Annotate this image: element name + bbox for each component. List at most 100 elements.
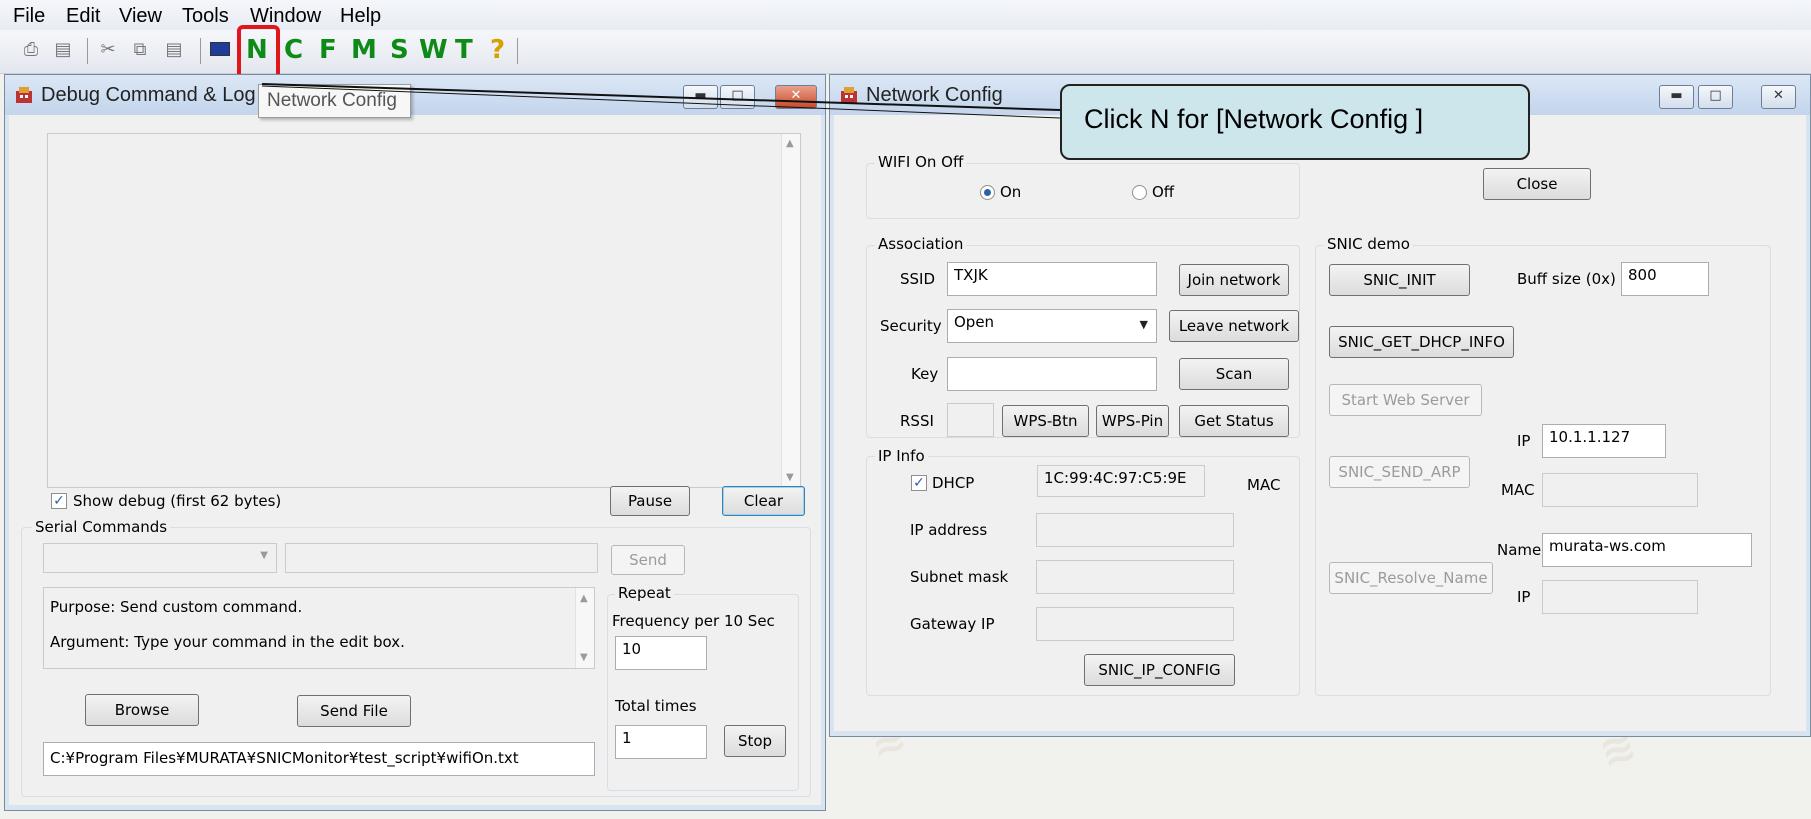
t-button[interactable]: T	[455, 35, 473, 65]
log-output[interactable]: ▲ ▼	[47, 133, 801, 488]
scroll-down-icon[interactable]: ▼	[580, 652, 588, 663]
serial-commands-label: Serial Commands	[32, 518, 171, 536]
show-debug-checkbox[interactable]: ✓	[51, 493, 67, 509]
m-button[interactable]: M	[351, 35, 377, 65]
toolbar-separator	[517, 38, 518, 64]
scroll-up-icon[interactable]: ▲	[786, 138, 794, 149]
wps-btn-button[interactable]: WPS-Btn	[1002, 405, 1089, 437]
toolbar-separator	[200, 38, 201, 64]
c-button[interactable]: C	[284, 35, 303, 65]
menu-help[interactable]: Help	[340, 5, 381, 28]
paste-icon[interactable]: ▤	[163, 38, 185, 62]
join-network-button[interactable]: Join network	[1179, 264, 1289, 296]
wifi-off-radio[interactable]	[1132, 185, 1147, 200]
buff-size-input[interactable]: 800	[1621, 262, 1709, 296]
menu-file[interactable]: File	[13, 5, 45, 28]
cut-icon[interactable]: ✂	[97, 38, 119, 62]
browse-button[interactable]: Browse	[85, 694, 199, 726]
arp-ip-input[interactable]: 10.1.1.127	[1542, 424, 1666, 458]
wps-pin-button[interactable]: WPS-Pin	[1096, 405, 1169, 437]
chevron-down-icon: ▼	[1139, 318, 1148, 331]
network-config-tooltip: Network Config	[258, 84, 411, 118]
print-icon[interactable]: ⎙	[20, 38, 42, 62]
rssi-field	[947, 403, 994, 437]
network-client: WIFI On Off On Off Close Association SSI…	[834, 115, 1806, 731]
app-icon	[16, 87, 32, 103]
snic-get-dhcp-info-button[interactable]: SNIC_GET_DHCP_INFO	[1329, 326, 1514, 358]
show-debug-label: Show debug (first 62 bytes)	[73, 492, 282, 510]
scan-button[interactable]: Scan	[1179, 358, 1289, 390]
ip-address-field	[1036, 513, 1234, 547]
wifi-off-label: Off	[1152, 183, 1175, 201]
callout-text: Click N for [Network Config ]	[1084, 104, 1424, 134]
frequency-input[interactable]: 10	[615, 636, 707, 670]
ssid-input[interactable]: TXJK	[947, 262, 1157, 296]
callout-box: Click N for [Network Config ]	[1060, 84, 1530, 160]
total-times-input[interactable]: 1	[615, 725, 707, 759]
flag-icon[interactable]	[210, 42, 230, 56]
resolve-ip-field	[1542, 580, 1698, 614]
key-label: Key	[911, 365, 939, 383]
chevron-down-icon: ▼	[260, 550, 268, 561]
snic-ip-config-button[interactable]: SNIC_IP_CONFIG	[1084, 654, 1235, 686]
w-button[interactable]: W	[419, 35, 448, 65]
close-window-button[interactable]: ✕	[1761, 85, 1796, 109]
close-window-button[interactable]: ✕	[775, 85, 817, 109]
stop-button[interactable]: Stop	[724, 725, 786, 757]
rssi-label: RSSI	[900, 412, 934, 430]
name-input[interactable]: murata-ws.com	[1542, 533, 1752, 567]
file-path-input[interactable]: C:¥Program Files¥MURATA¥SNICMonitor¥test…	[43, 742, 595, 776]
debug-window: Debug Command & Log ▬ □ ✕ ▲ ▼ ✓ Show deb…	[4, 74, 826, 811]
snic-send-arp-button[interactable]: SNIC_SEND_ARP	[1329, 456, 1470, 488]
menu-view[interactable]: View	[119, 5, 162, 28]
minimize-button[interactable]: ▬	[1659, 85, 1694, 109]
print-preview-icon[interactable]: ▤	[52, 38, 74, 62]
command-select[interactable]: ▼	[43, 543, 277, 573]
network-config-window: Network Config ▬ □ ✕ WIFI On Off On Off …	[829, 74, 1811, 737]
arp-ip-label: IP	[1517, 432, 1531, 450]
menu-edit[interactable]: Edit	[66, 5, 100, 28]
app-icon	[841, 87, 857, 103]
subnet-mask-field	[1036, 560, 1234, 594]
snic-init-button[interactable]: SNIC_INIT	[1329, 264, 1470, 296]
minimize-button[interactable]: ▬	[683, 85, 718, 109]
wifi-group	[866, 163, 1300, 219]
wifi-group-label: WIFI On Off	[875, 153, 967, 171]
scroll-up-icon[interactable]: ▲	[580, 593, 588, 604]
command-input[interactable]	[285, 543, 598, 573]
dhcp-checkbox[interactable]: ✓	[911, 475, 927, 491]
f-button[interactable]: F	[319, 35, 337, 65]
scroll-down-icon[interactable]: ▼	[786, 472, 794, 483]
repeat-label: Repeat	[615, 584, 674, 602]
debug-titlebar[interactable]: Debug Command & Log ▬ □ ✕	[5, 75, 825, 115]
send-file-button[interactable]: Send File	[297, 695, 411, 727]
pause-button[interactable]: Pause	[610, 486, 690, 516]
menu-tools[interactable]: Tools	[182, 5, 229, 28]
resolve-ip-label: IP	[1517, 588, 1531, 606]
close-button[interactable]: Close	[1483, 168, 1591, 200]
get-status-button[interactable]: Get Status	[1179, 405, 1289, 437]
description-scrollbar[interactable]: ▲ ▼	[575, 588, 594, 668]
start-web-server-button[interactable]: Start Web Server	[1329, 384, 1482, 416]
buff-size-label: Buff size (0x)	[1517, 270, 1616, 288]
log-scrollbar[interactable]: ▲ ▼	[781, 134, 800, 487]
help-button[interactable]: ?	[490, 35, 505, 65]
maximize-button[interactable]: □	[1698, 85, 1733, 109]
s-button[interactable]: S	[390, 35, 409, 65]
dhcp-label: DHCP	[932, 474, 975, 492]
gateway-ip-label: Gateway IP	[910, 615, 995, 633]
clear-button[interactable]: Clear	[722, 486, 805, 516]
purpose-text: Purpose: Send custom command.	[50, 598, 303, 616]
snic-resolve-name-button[interactable]: SNIC_Resolve_Name	[1329, 562, 1493, 594]
send-button[interactable]: Send	[611, 545, 685, 575]
description-box: Purpose: Send custom command. Argument: …	[43, 587, 595, 669]
debug-window-title: Debug Command & Log	[41, 84, 256, 106]
network-window-title: Network Config	[866, 84, 1003, 106]
maximize-button[interactable]: □	[720, 85, 755, 109]
copy-icon[interactable]: ⧉	[129, 38, 151, 62]
key-input[interactable]	[947, 357, 1157, 391]
ssid-label: SSID	[900, 270, 936, 288]
wifi-on-radio[interactable]	[980, 185, 995, 200]
security-select[interactable]: Open ▼	[947, 309, 1157, 343]
leave-network-button[interactable]: Leave network	[1169, 310, 1299, 342]
